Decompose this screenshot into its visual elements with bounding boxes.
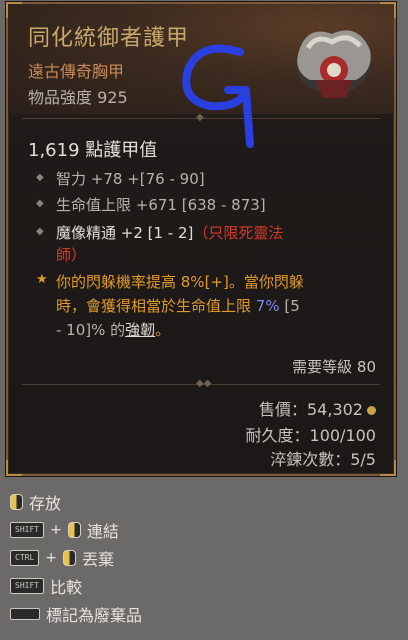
shift-key-icon: SHIFT [10,578,45,594]
stat-bullet-icon: ◆ [36,226,44,237]
aspect-line1: 你的閃躲機率提高 8%[+]。當你閃躲 [56,273,304,291]
legendary-aspect: 你的閃躲機率提高 8%[+]。當你閃躲 時，會獲得相當於生命值上限 7% [5 … [56,270,386,342]
class-restriction: （只限死靈法 [193,224,284,242]
action-label: 比較 [50,578,83,597]
skill-stat-text: 魔像精通 +2 [1 - 2] [56,224,194,242]
action-stash[interactable]: 存放 [10,490,61,514]
action-compare[interactable]: SHIFT 比較 [10,574,82,598]
divider-ornament: ◆◆ [196,378,212,389]
temper-count: 淬鍊次數：5/5 [270,450,376,469]
aspect-line2: 時，會獲得相當於生命值上限 [56,297,256,315]
item-power: 物品強度 925 [28,88,128,107]
stat-bullet-icon: ◆ [36,172,44,183]
corner-ornament [380,2,396,18]
sell-value: 售價：54,302 [259,396,376,420]
mouse-right-icon [63,550,76,566]
corner-ornament [6,2,22,18]
sell-value-text: 售價：54,302 [259,400,363,419]
action-bar: 存放 SHIFT + 連結 CTRL + 丟棄 SHIFT 比較 標記為廢棄品 [0,480,408,640]
handwritten-g-annotation [182,44,254,148]
corner-ornament [6,460,22,476]
aspect-range: [5 [279,297,300,315]
mouse-right-icon [10,494,23,510]
aspect-period: 。 [155,321,171,339]
plus-icon: + [45,550,57,566]
action-label: 標記為廢棄品 [46,606,143,625]
action-link[interactable]: SHIFT + 連結 [10,518,119,542]
space-key-icon [10,608,40,620]
action-label: 丟棄 [82,550,115,569]
action-mark-junk[interactable]: 標記為廢棄品 [10,602,142,626]
aspect-value: 7% [255,297,280,315]
gold-coin-icon [367,406,376,415]
item-type: 遠古傳奇胸甲 [28,62,125,81]
plus-icon: + [50,522,62,538]
aspect-star-icon: ★ [36,272,48,287]
armor-value: 1,619 點護甲值 [28,140,158,161]
corner-ornament [380,460,396,476]
item-name: 同化統御者護甲 [28,26,190,51]
shift-key-icon: SHIFT [10,522,45,538]
chest-armor-icon [295,30,371,98]
class-restriction-cont: 師） [56,246,87,264]
aspect-range-end: - 10]% 的 [56,321,126,339]
stat-golem-mastery: 魔像精通 +2 [1 - 2]（只限死靈法 師） [56,222,376,266]
stat-max-life: 生命值上限 +671 [638 - 873] [56,196,266,214]
fortify-keyword: 強韌 [125,321,156,339]
durability: 耐久度：100/100 [245,426,376,445]
action-drop[interactable]: CTRL + 丟棄 [10,546,114,570]
ctrl-key-icon: CTRL [10,550,40,566]
stat-bullet-icon: ◆ [36,198,44,209]
required-level: 需要等級 80 [292,358,376,376]
action-label: 連結 [86,522,119,541]
action-label: 存放 [29,494,62,513]
stat-intelligence: 智力 +78 +[76 - 90] [56,170,205,188]
mouse-left-icon [67,522,81,538]
